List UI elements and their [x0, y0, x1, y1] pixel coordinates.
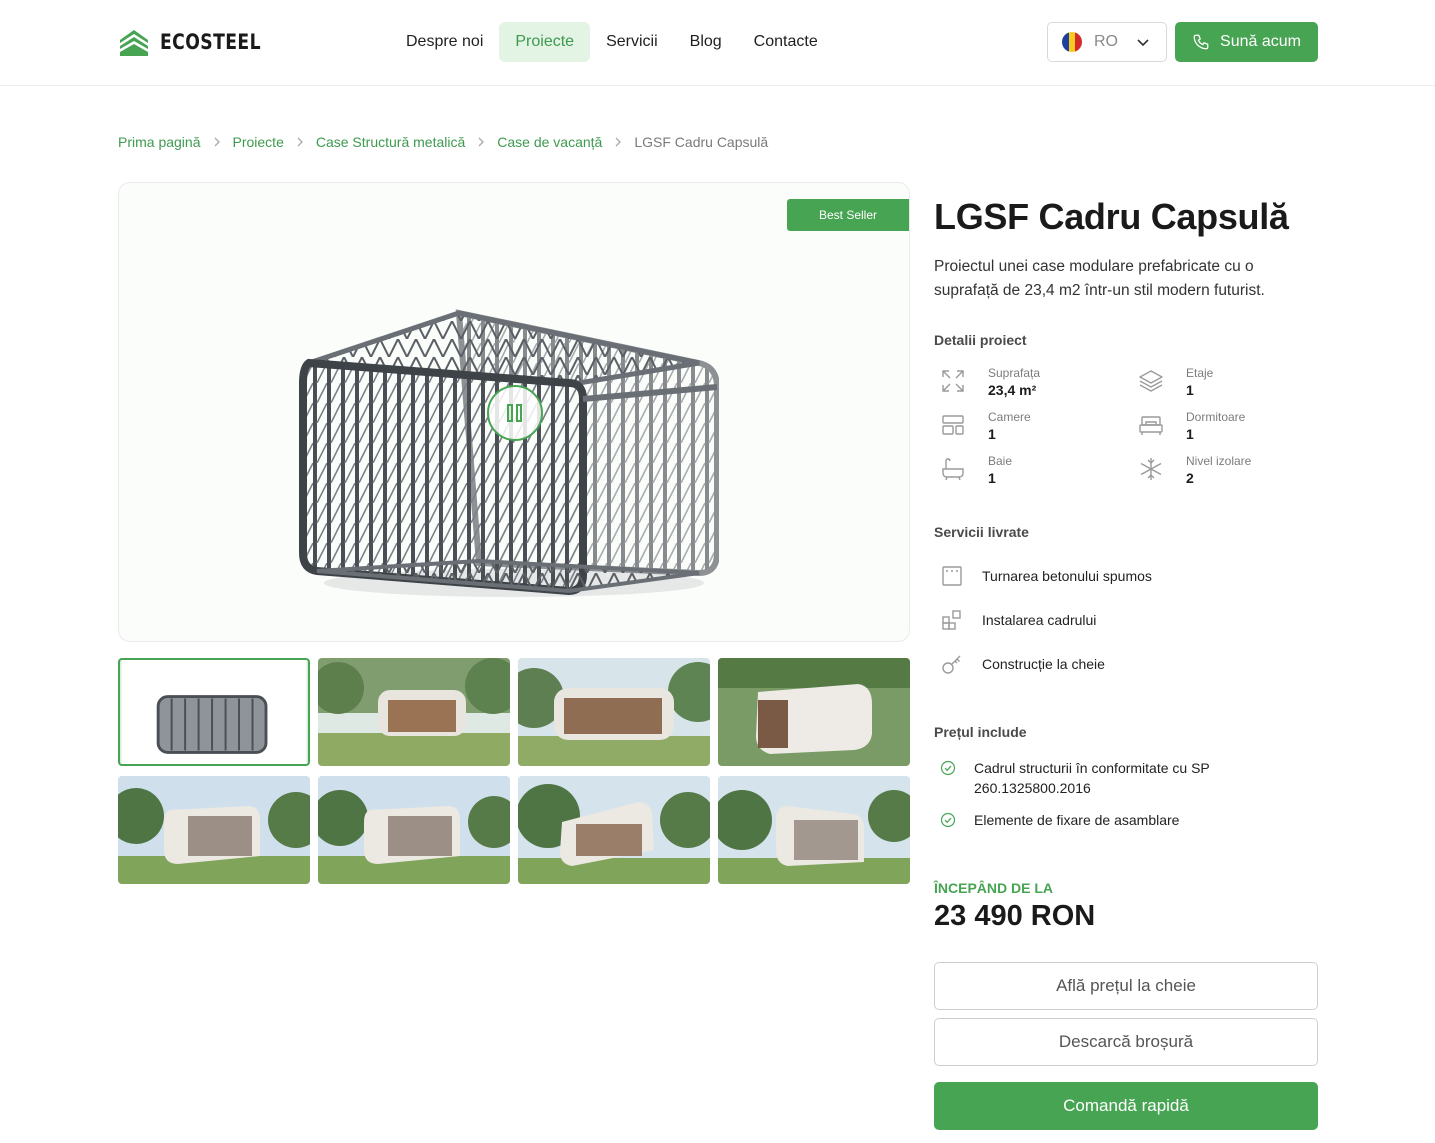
price-value: 23 490 RON: [934, 900, 1096, 932]
quick-order-button[interactable]: Comandă rapidă: [934, 1082, 1318, 1130]
spec-value: 1: [1186, 426, 1194, 442]
spec-value: 2: [1186, 470, 1194, 486]
thumbnail-1[interactable]: [118, 658, 310, 766]
turnkey-price-button[interactable]: Află prețul la cheie: [934, 962, 1318, 1010]
service-label: Turnarea betonului spumos: [982, 568, 1152, 584]
key-icon: [942, 655, 961, 674]
nav-contacte[interactable]: Contacte: [738, 22, 834, 62]
download-brochure-button[interactable]: Descarcă broșură: [934, 1018, 1318, 1066]
concrete-block-icon: [942, 566, 962, 586]
call-now-label: Sună acum: [1220, 33, 1301, 50]
site-header: ECOSTEEL Despre noi Proiecte Servicii Bl…: [0, 0, 1435, 86]
nav-servicii[interactable]: Servicii: [590, 22, 674, 62]
spec-label: Camere: [988, 410, 1031, 424]
language-code: RO: [1094, 33, 1118, 50]
layers-icon: [1139, 370, 1163, 392]
breadcrumb-holiday-homes[interactable]: Case de vacanță: [497, 134, 602, 150]
romania-flag-icon: [1062, 32, 1082, 52]
thumbnail-8[interactable]: [718, 776, 910, 884]
thumbnail-5[interactable]: [118, 776, 310, 884]
pause-icon: [507, 404, 522, 422]
thumbnail-3[interactable]: [518, 658, 710, 766]
chevron-right-icon: [297, 137, 303, 147]
logo[interactable]: ECOSTEEL: [118, 26, 283, 58]
breadcrumb: Prima pagină Proiecte Case Structură met…: [118, 134, 768, 150]
spec-label: Suprafața: [988, 366, 1041, 380]
rooms-icon: [942, 415, 964, 435]
spec-value: 23,4 m²: [988, 382, 1037, 398]
service-label: Construcție la cheie: [982, 656, 1105, 672]
chevron-down-icon: [1137, 39, 1149, 47]
breadcrumb-home[interactable]: Prima pagină: [118, 134, 201, 150]
expand-icon: [942, 370, 964, 392]
main-nav: Despre noi Proiecte Servicii Blog Contac…: [390, 22, 834, 62]
spec-label: Nivel izolare: [1186, 454, 1252, 468]
chevron-right-icon: [478, 137, 485, 147]
breadcrumb-metal-structure[interactable]: Case Structură metalică: [316, 134, 465, 150]
thumbnail-2[interactable]: [318, 658, 510, 766]
services-section-title: Servicii livrate: [934, 524, 1029, 540]
service-item: Construcție la cheie: [940, 652, 1105, 676]
include-item: Elemente de fixare de asamblare: [940, 810, 1179, 830]
frame-install-icon: [942, 610, 961, 630]
phone-icon: [1193, 34, 1209, 50]
house-thumb-image: [318, 776, 510, 884]
call-now-button[interactable]: Sună acum: [1175, 22, 1318, 62]
house-thumb-image: [118, 776, 310, 884]
include-label: Cadrul structurii în conformitate cu SP …: [974, 760, 1210, 796]
chevron-right-icon: [214, 137, 220, 147]
house-thumb-image: [318, 658, 510, 766]
thumbnail-7[interactable]: [518, 776, 710, 884]
chevron-right-icon: [615, 137, 622, 147]
include-label: Elemente de fixare de asamblare: [974, 812, 1180, 828]
spec-label: Baie: [988, 454, 1013, 468]
includes-section-title: Prețul include: [934, 724, 1027, 740]
service-item: Instalarea cadrului: [940, 608, 1096, 632]
spec-insulation: Nivel izolare 2: [1138, 454, 1251, 487]
product-description: Proiectul unei case modulare prefabricat…: [934, 258, 1265, 299]
include-item: Cadrul structurii în conformitate cu SP …: [940, 758, 1240, 798]
pause-button[interactable]: [487, 385, 543, 441]
breadcrumb-projects[interactable]: Proiecte: [233, 134, 284, 150]
spec-value: 1: [988, 426, 996, 442]
language-select[interactable]: RO: [1047, 22, 1167, 62]
house-thumb-image: [718, 658, 910, 766]
spec-label: Dormitoare: [1186, 410, 1246, 424]
spec-rooms: Camere 1: [940, 410, 1031, 443]
bed-icon: [1139, 416, 1163, 435]
service-item: Turnarea betonului spumos: [940, 564, 1152, 588]
nav-blog[interactable]: Blog: [674, 22, 738, 62]
spec-label: Etaje: [1186, 366, 1214, 380]
check-circle-icon: [940, 812, 956, 828]
thumbnail-6[interactable]: [318, 776, 510, 884]
service-label: Instalarea cadrului: [982, 612, 1097, 628]
bathtub-icon: [942, 458, 964, 481]
frame-thumb-image: [121, 660, 307, 764]
logo-text: ECOSTEEL: [160, 30, 261, 54]
house-thumb-image: [518, 658, 710, 766]
thumbnail-4[interactable]: [718, 658, 910, 766]
check-circle-icon: [940, 760, 956, 776]
spec-bedrooms: Dormitoare 1: [1138, 410, 1245, 443]
nav-proiecte[interactable]: Proiecte: [499, 22, 591, 62]
logo-icon: [120, 30, 148, 56]
nav-despre-noi[interactable]: Despre noi: [390, 22, 499, 62]
spec-area: Suprafața 23,4 m²: [940, 366, 1040, 399]
product-title: LGSF Cadru Capsulă: [934, 196, 1289, 237]
details-section-title: Detalii proiect: [934, 332, 1027, 348]
breadcrumb-current: LGSF Cadru Capsulă: [634, 134, 769, 150]
main-product-image[interactable]: Best Seller: [118, 182, 910, 642]
spec-value: 1: [1186, 382, 1194, 398]
house-thumb-image: [718, 776, 910, 884]
spec-floors: Etaje 1: [1138, 366, 1213, 399]
spec-value: 1: [988, 470, 996, 486]
thumbnail-gallery: [118, 658, 910, 884]
steel-frame-render: [299, 309, 719, 597]
price-label: ÎNCEPÂND DE LA: [934, 880, 1054, 896]
best-seller-badge: Best Seller: [787, 199, 909, 231]
house-thumb-image: [518, 776, 710, 884]
spec-bathroom: Baie 1: [940, 454, 1012, 487]
snowflake-icon: [1140, 458, 1162, 480]
